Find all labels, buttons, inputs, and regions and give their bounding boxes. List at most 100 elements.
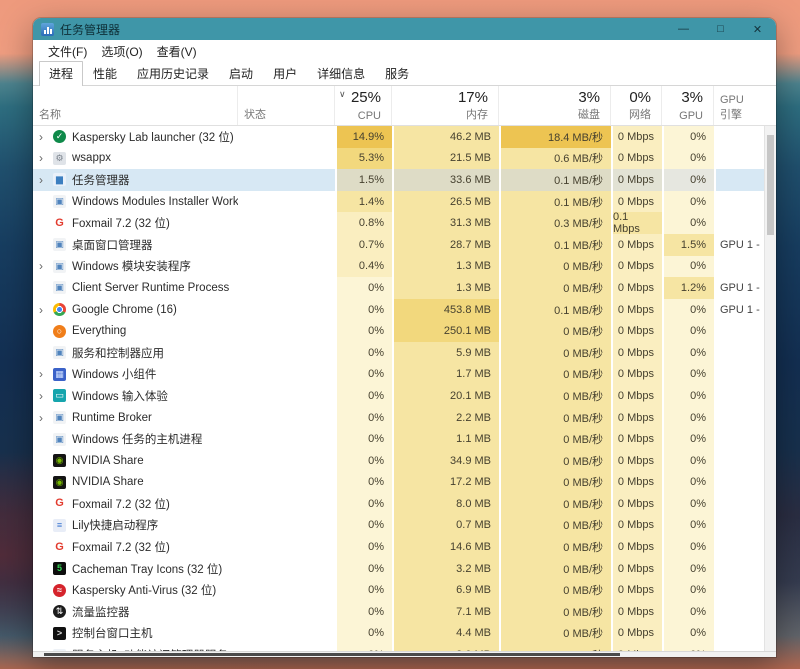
disk-cell: 0 MB/秒 [499, 623, 611, 645]
table-row[interactable]: › ▣ Windows Modules Installer Worker 1.4… [33, 191, 776, 213]
column-header-gpu[interactable]: 3% GPU [662, 86, 714, 125]
table-row[interactable]: › ◉ NVIDIA Share 0% 17.2 MB 0 MB/秒 0 Mbp… [33, 472, 776, 494]
tab-details[interactable]: 详细信息 [307, 61, 375, 86]
console-icon: > [53, 627, 66, 640]
column-header-gpu-engine[interactable]: GPU 引擎 [714, 86, 764, 125]
table-row[interactable]: › ≡ Lily快捷启动程序 0% 0.7 MB 0 MB/秒 0 Mbps 0… [33, 515, 776, 537]
menu-file[interactable]: 文件(F) [41, 41, 94, 62]
minimize-button[interactable]: — [665, 18, 702, 40]
column-label: 网络 [629, 106, 651, 122]
disk-cell: 0 MB/秒 [499, 277, 611, 299]
network-cell: 0 Mbps [611, 126, 662, 148]
title-bar[interactable]: 任务管理器 —□✕ [33, 18, 776, 40]
expand-chevron-icon[interactable]: › [39, 173, 53, 187]
gpu-cell: 0% [662, 256, 714, 278]
table-row[interactable]: › ▦ Windows 小组件 0% 1.7 MB 0 MB/秒 0 Mbps … [33, 364, 776, 386]
window-title: 任务管理器 [60, 21, 120, 38]
network-cell: 0 Mbps [611, 558, 662, 580]
tab-startup[interactable]: 启动 [219, 61, 263, 86]
status-cell [238, 191, 335, 213]
nvidia-icon: ◉ [53, 454, 66, 467]
table-row[interactable]: › 5 Cacheman Tray Icons (32 位) 0% 3.2 MB… [33, 558, 776, 580]
column-header-disk[interactable]: 3% 磁盘 [499, 86, 611, 125]
network-cell: 0 Mbps [611, 623, 662, 645]
process-name: Foxmail 7.2 (32 位) [72, 215, 170, 231]
expand-chevron-icon[interactable]: › [39, 389, 53, 403]
vertical-scrollbar-thumb[interactable] [767, 135, 774, 235]
cpu-cell: 0% [335, 385, 392, 407]
gpu-cell: 0% [662, 342, 714, 364]
foxmail-icon: G [53, 541, 66, 554]
tab-services[interactable]: 服务 [375, 61, 419, 86]
expand-chevron-icon[interactable]: › [39, 259, 53, 273]
disk-cell: 0.6 MB/秒 [499, 148, 611, 170]
status-cell [238, 234, 335, 256]
network-cell: 0 Mbps [611, 320, 662, 342]
cpu-cell: 0% [335, 428, 392, 450]
table-row[interactable]: › ▣ Client Server Runtime Process 0% 1.3… [33, 277, 776, 299]
column-header-memory[interactable]: 17% 内存 [392, 86, 499, 125]
table-row[interactable]: › ▣ 服务和控制器应用 0% 5.9 MB 0 MB/秒 0 Mbps 0% [33, 342, 776, 364]
memory-cell: 33.6 MB [392, 169, 499, 191]
table-row[interactable]: › G Foxmail 7.2 (32 位) 0% 14.6 MB 0 MB/秒… [33, 536, 776, 558]
tab-users[interactable]: 用户 [263, 61, 307, 86]
table-row[interactable]: › > 控制台窗口主机 0% 4.4 MB 0 MB/秒 0 Mbps 0% [33, 623, 776, 645]
network-cell: 0 Mbps [611, 515, 662, 537]
network-cell: 0 Mbps [611, 407, 662, 429]
table-row[interactable]: › ⚙ 服务主机: 功能访问管理器服务 0% 2.0 MB 0 MB/秒 0 M… [33, 644, 776, 651]
expand-chevron-icon[interactable]: › [39, 130, 53, 144]
table-row[interactable]: › ▭ Windows 输入体验 0% 20.1 MB 0 MB/秒 0 Mbp… [33, 385, 776, 407]
column-header-network[interactable]: 0% 网络 [611, 86, 662, 125]
table-row[interactable]: › ○ Everything 0% 250.1 MB 0 MB/秒 0 Mbps… [33, 320, 776, 342]
menu-view[interactable]: 查看(V) [150, 41, 204, 62]
maximize-button[interactable]: □ [702, 18, 739, 40]
table-row[interactable]: › ▣ 桌面窗口管理器 0.7% 28.7 MB 0.1 MB/秒 0 Mbps… [33, 234, 776, 256]
status-cell [238, 320, 335, 342]
table-row[interactable]: › ▣ Windows 模块安装程序 0.4% 1.3 MB 0 MB/秒 0 … [33, 256, 776, 278]
process-name: Windows 小组件 [72, 366, 156, 382]
column-label: 内存 [466, 106, 488, 122]
network-cell: 0 Mbps [611, 472, 662, 494]
tab-app-history[interactable]: 应用历史记录 [127, 61, 219, 86]
column-label: 状态 [244, 106, 324, 122]
table-row[interactable]: › G Foxmail 7.2 (32 位) 0.8% 31.3 MB 0.3 … [33, 212, 776, 234]
column-header-name[interactable]: 名称 [33, 86, 238, 125]
network-cell: 0 Mbps [611, 450, 662, 472]
table-row[interactable]: › Google Chrome (16) 0% 453.8 MB 0.1 MB/… [33, 299, 776, 321]
expand-chevron-icon[interactable]: › [39, 411, 53, 425]
table-row[interactable]: › ◉ NVIDIA Share 0% 34.9 MB 0 MB/秒 0 Mbp… [33, 450, 776, 472]
table-row[interactable]: › ✓ Kaspersky Lab launcher (32 位) 14.9% … [33, 126, 776, 148]
process-name-cell: › 5 Cacheman Tray Icons (32 位) [33, 558, 238, 580]
vertical-scrollbar[interactable] [764, 126, 776, 651]
process-name-cell: › G Foxmail 7.2 (32 位) [33, 212, 238, 234]
window-icon: ▣ [53, 281, 66, 294]
column-header-status[interactable]: 状态 [238, 86, 335, 125]
status-cell [238, 536, 335, 558]
tab-performance[interactable]: 性能 [83, 61, 127, 86]
table-row[interactable]: › ⚙ wsappx 5.3% 21.5 MB 0.6 MB/秒 0 Mbps … [33, 148, 776, 170]
table-row[interactable]: › ⇅ 流量监控器 0% 7.1 MB 0 MB/秒 0 Mbps 0% [33, 601, 776, 623]
cpu-cell: 0% [335, 558, 392, 580]
gpu-cell: 0% [662, 623, 714, 645]
expand-chevron-icon[interactable]: › [39, 367, 53, 381]
process-name-cell: › ⚙ wsappx [33, 148, 238, 170]
memory-cell: 7.1 MB [392, 601, 499, 623]
table-row[interactable]: › ▣ Runtime Broker 0% 2.2 MB 0 MB/秒 0 Mb… [33, 407, 776, 429]
column-header-cpu[interactable]: ∨ 25% CPU [335, 86, 392, 125]
table-row[interactable]: › ▣ Windows 任务的主机进程 0% 1.1 MB 0 MB/秒 0 M… [33, 428, 776, 450]
gpu-cell: 0% [662, 364, 714, 386]
expand-chevron-icon[interactable]: › [39, 151, 53, 165]
menu-options[interactable]: 选项(O) [94, 41, 149, 62]
expand-chevron-icon[interactable]: › [39, 303, 53, 317]
horizontal-scrollbar[interactable] [33, 651, 776, 657]
table-row[interactable]: › G Foxmail 7.2 (32 位) 0% 8.0 MB 0 MB/秒 … [33, 493, 776, 515]
disk-cell: 0 MB/秒 [499, 558, 611, 580]
table-row[interactable]: › ≈ Kaspersky Anti-Virus (32 位) 0% 6.9 M… [33, 579, 776, 601]
horizontal-scrollbar-thumb[interactable] [44, 653, 620, 656]
gpu-engine-cell [714, 407, 764, 429]
column-label: GPU 引擎 [720, 94, 754, 122]
close-button[interactable]: ✕ [739, 18, 776, 40]
network-cell: 0.1 Mbps [611, 212, 662, 234]
tab-processes[interactable]: 进程 [39, 61, 83, 86]
table-row[interactable]: › ▆ 任务管理器 1.5% 33.6 MB 0.1 MB/秒 0 Mbps 0… [33, 169, 776, 191]
